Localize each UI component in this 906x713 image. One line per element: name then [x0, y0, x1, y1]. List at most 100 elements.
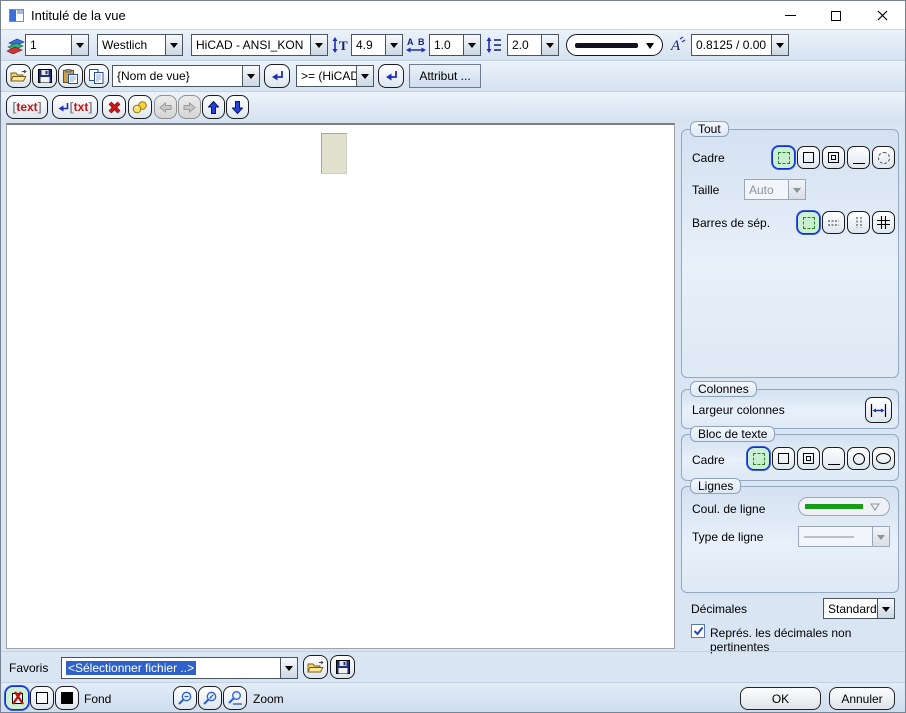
- insert-attribute-button[interactable]: [378, 64, 404, 88]
- status-bar: Fond Zoom OK: [1, 682, 905, 713]
- ok-button[interactable]: OK: [740, 687, 821, 710]
- chevron-down-icon[interactable]: [165, 35, 182, 55]
- insert-linebreak-text-button[interactable]: [txt]: [52, 95, 98, 119]
- cancel-button[interactable]: Annuler: [829, 687, 895, 710]
- move-down-button[interactable]: [226, 95, 249, 119]
- decimales-combo[interactable]: Standard: [823, 598, 895, 619]
- zoom-label: Zoom: [253, 692, 284, 706]
- back-button[interactable]: [154, 95, 177, 119]
- attributes-button[interactable]: [128, 95, 152, 119]
- separator-vertical-button[interactable]: [847, 211, 870, 234]
- underline-icon: [828, 453, 840, 465]
- column-width-button[interactable]: [865, 397, 892, 423]
- layer-combo[interactable]: 1: [25, 34, 89, 56]
- chevron-down-icon[interactable]: [71, 35, 88, 55]
- font-combo[interactable]: HiCAD - ANSI_KON: [191, 34, 328, 56]
- move-up-button[interactable]: [202, 95, 225, 119]
- group-colonnes-title: Colonnes: [690, 381, 757, 397]
- paste-button[interactable]: [58, 64, 83, 88]
- minimize-icon: [785, 15, 796, 16]
- bloc-cadre-circle-button[interactable]: [847, 447, 870, 470]
- chevron-down-icon[interactable]: [463, 35, 480, 55]
- bloc-cadre-oval-button[interactable]: [872, 447, 895, 470]
- favoris-combo[interactable]: <Sélectionner fichier ..>: [61, 657, 298, 679]
- enter-icon: [271, 70, 284, 82]
- chevron-down-icon[interactable]: [280, 658, 297, 678]
- zoom-out-button[interactable]: [173, 686, 197, 710]
- delete-button[interactable]: [102, 95, 126, 119]
- chevron-down-icon[interactable]: [310, 35, 327, 55]
- open-button[interactable]: [6, 64, 31, 88]
- char-width-combo[interactable]: 1.0: [429, 34, 481, 56]
- slant-combo[interactable]: 0.8125 / 0.00: [691, 34, 789, 56]
- bloc-cadre-underline-button[interactable]: [822, 447, 845, 470]
- attribut-button[interactable]: Attribut ...: [409, 64, 481, 88]
- separator-none-button[interactable]: [797, 211, 820, 234]
- tout-cadre-none-button[interactable]: [772, 146, 795, 169]
- line-spacing-combo[interactable]: 2.0: [507, 34, 559, 56]
- line-style-combo[interactable]: [566, 34, 663, 56]
- double-square-icon: [828, 152, 839, 163]
- text-height-combo[interactable]: 4.9: [351, 34, 403, 56]
- chevron-down-icon[interactable]: [541, 35, 558, 55]
- save-icon: [38, 69, 52, 83]
- insert-txt-label: txt: [74, 100, 89, 114]
- favoris-label: Favoris: [9, 661, 48, 675]
- maximize-button[interactable]: [813, 1, 859, 30]
- toolbar-format: 1 Westlich HiCAD - ANSI_KON T 4.9 A: [1, 30, 905, 61]
- separator-horizontal-button[interactable]: [822, 211, 845, 234]
- attribute-filter-combo[interactable]: >= (HiCAD: [296, 65, 374, 87]
- save-icon: [336, 660, 350, 674]
- zoom-fit-button[interactable]: [223, 686, 247, 710]
- white-swatch-icon: [36, 692, 48, 704]
- copy-button[interactable]: [84, 64, 109, 88]
- insert-text-button[interactable]: [text]: [6, 95, 48, 119]
- line-type-preview: [799, 527, 872, 546]
- line-style-preview: [575, 43, 638, 48]
- view-title-block[interactable]: [321, 133, 347, 174]
- chevron-down-icon[interactable]: [385, 35, 402, 55]
- forward-button[interactable]: [178, 95, 201, 119]
- chevron-down-icon[interactable]: [242, 66, 259, 86]
- close-button[interactable]: [859, 1, 905, 30]
- text-height-icon: T: [332, 37, 349, 53]
- decimales-checkbox[interactable]: [691, 624, 705, 638]
- favoris-open-button[interactable]: [303, 655, 328, 679]
- chevron-down-icon[interactable]: [356, 66, 373, 86]
- separator-grid-button[interactable]: [872, 211, 895, 234]
- tout-cadre-double-box-button[interactable]: [822, 146, 845, 169]
- view-name-combo[interactable]: {Nom de vue}: [112, 65, 260, 87]
- slant-icon: A: [668, 36, 686, 54]
- bloc-cadre-label: Cadre: [692, 453, 725, 467]
- zoom-in-button[interactable]: [198, 686, 222, 710]
- preview-canvas[interactable]: [6, 123, 675, 649]
- background-white-button[interactable]: [30, 686, 54, 710]
- insert-name-button[interactable]: [264, 64, 290, 88]
- line-color-combo[interactable]: [798, 497, 890, 516]
- direction-combo[interactable]: Westlich: [97, 34, 183, 56]
- tout-cadre-box-button[interactable]: [797, 146, 820, 169]
- background-black-button[interactable]: [55, 686, 79, 710]
- group-tout-title: Tout: [690, 121, 729, 137]
- tout-cadre-circle-button[interactable]: [872, 146, 895, 169]
- favoris-save-button[interactable]: [330, 655, 355, 679]
- chevron-down-icon[interactable]: [771, 35, 788, 55]
- save-button[interactable]: [32, 64, 57, 88]
- settings-panel: Tout Cadre Taille Auto Barres de sép.: [679, 123, 901, 650]
- taille-label: Taille: [692, 183, 719, 197]
- chevron-down-icon[interactable]: [877, 599, 894, 618]
- taille-combo[interactable]: Auto: [744, 179, 806, 200]
- bloc-cadre-none-button[interactable]: [747, 447, 770, 470]
- line-type-combo[interactable]: [798, 526, 890, 547]
- chevron-down-icon: [872, 527, 889, 546]
- square-icon: [778, 453, 789, 464]
- background-transparent-button[interactable]: [5, 686, 29, 710]
- minimize-button[interactable]: [767, 1, 813, 30]
- tout-cadre-underline-button[interactable]: [847, 146, 870, 169]
- svg-text:A: A: [670, 38, 681, 54]
- view-name-combo-value: {Nom de vue}: [113, 66, 242, 86]
- bloc-cadre-box-button[interactable]: [772, 447, 795, 470]
- bloc-cadre-double-box-button[interactable]: [797, 447, 820, 470]
- no-background-icon: [10, 691, 25, 706]
- grid-icon: [877, 216, 890, 229]
